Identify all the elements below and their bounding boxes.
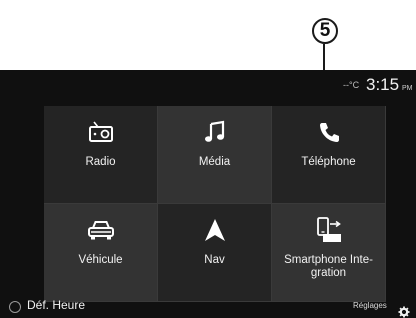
car-icon	[87, 221, 114, 240]
menu-tile-label: Média	[198, 156, 231, 168]
gear-icon[interactable]	[398, 306, 410, 318]
phone-icon	[319, 123, 339, 142]
clock-ampm: PM	[402, 85, 413, 92]
callout-number: 5	[312, 18, 338, 44]
menu-tile-telephone[interactable]: Téléphone	[272, 106, 386, 204]
menu-tile-label: Radio	[85, 156, 116, 168]
set-time-button[interactable]: Déf. Heure	[27, 298, 85, 312]
menu-tile-label: Véhicule	[78, 254, 123, 266]
bottom-bar: Déf. Heure Réglages	[0, 296, 416, 318]
navigation-arrow-icon	[204, 219, 225, 241]
menu-tile-label: Nav	[204, 254, 225, 266]
menu-tile-radio[interactable]: Radio	[44, 106, 158, 204]
clock-time: 3:15	[366, 75, 400, 94]
menu-tile-media[interactable]: Média	[158, 106, 272, 204]
clock-setting-icon[interactable]	[9, 301, 21, 313]
menu-tile-label: Smartphone Inte- gration	[284, 254, 373, 279]
music-note-icon	[204, 120, 224, 142]
temperature-readout: --°C	[343, 80, 360, 90]
smartphone-projection-icon	[316, 217, 341, 242]
status-bar: --°C 3:15 PM	[0, 70, 416, 102]
menu-tile-label: Téléphone	[301, 156, 356, 168]
settings-button[interactable]: Réglages	[353, 301, 387, 310]
infotainment-screen: --°C 3:15 PM Radio Média Téléphone Véhic…	[0, 70, 416, 318]
menu-tile-vehicule[interactable]: Véhicule	[44, 204, 158, 302]
menu-tile-nav[interactable]: Nav	[158, 204, 272, 302]
menu-tile-smartphone-integration[interactable]: Smartphone Inte- gration	[272, 204, 386, 302]
night-mode-moon-icon[interactable]	[23, 79, 35, 93]
radio-icon	[88, 121, 113, 142]
main-menu-grid: Radio Média Téléphone Véhicule Nav Smart…	[44, 106, 386, 302]
